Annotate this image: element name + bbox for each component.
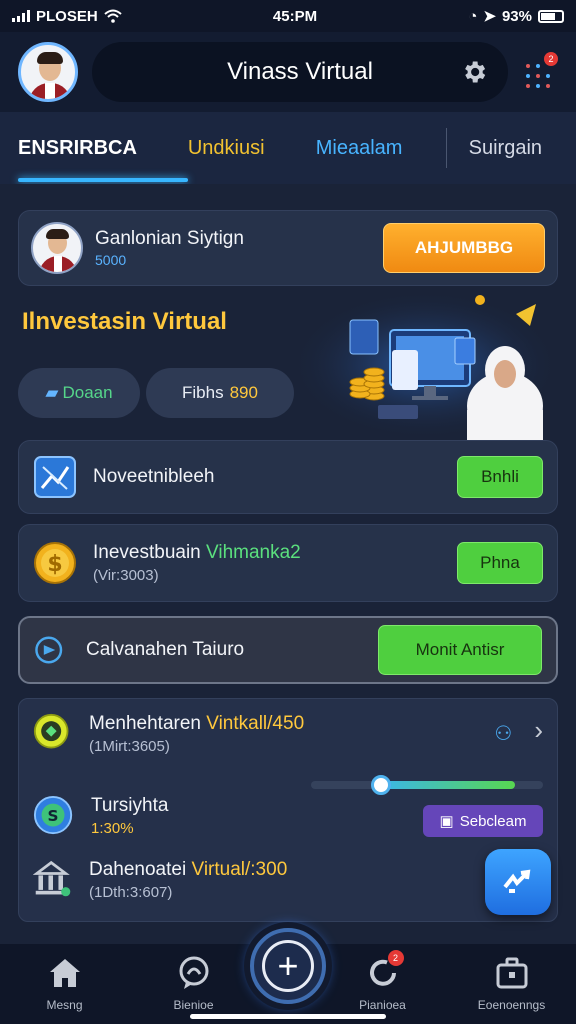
chip-doaan-label: Doaan <box>62 383 113 402</box>
app-header: Vinass Virtual 2 <box>0 32 576 112</box>
profile-avatar[interactable] <box>31 222 83 274</box>
notification-badge: 2 <box>544 52 558 66</box>
chip-fibhs-label: Fibhs <box>182 383 224 402</box>
tab-undkiusi[interactable]: Undkiusi <box>188 112 316 184</box>
svg-text:S: S <box>48 807 59 825</box>
chip-doaan[interactable]: ▰ Doaan <box>18 368 140 418</box>
card-title: Inevestbuain <box>93 542 201 563</box>
sebcleam-button[interactable]: ▣ Sebcleam <box>423 805 543 837</box>
list-item-title: Dahenoatei <box>89 859 187 880</box>
list-item-sub: (1Dth:3:607) <box>89 884 173 901</box>
avatar[interactable] <box>18 42 78 102</box>
card-title: Noveetnibleeh <box>93 466 215 487</box>
add-button[interactable]: + <box>250 928 326 1004</box>
slider-knob[interactable] <box>370 775 391 795</box>
chat-icon <box>179 956 208 989</box>
tab-bar: ENSRIRBCA Undkiusi Mieaalam Suirgain <box>0 112 576 184</box>
play-circle-icon <box>35 636 63 664</box>
profile-name: Ganlonian Siytign <box>95 228 244 249</box>
list-item-title: Menhehtaren <box>89 713 201 734</box>
alarm-icon: ◔ <box>468 7 478 25</box>
home-indicator[interactable] <box>190 1014 386 1019</box>
slider-fill <box>380 781 515 789</box>
card-title: Calvanahen Taiuro <box>86 639 245 660</box>
hero-title: Ilnvestasin Virtual <box>22 308 227 335</box>
chart-icon <box>34 456 76 498</box>
target-icon <box>33 713 69 749</box>
card-noveetnibleeh: Noveetnibleeh Bnhli <box>18 440 558 514</box>
plus-icon: + <box>262 940 314 992</box>
bank-icon <box>33 860 71 897</box>
svg-text:$: $ <box>47 552 62 577</box>
nav-refresh[interactable]: 2 Pianioea <box>328 950 438 1012</box>
list-item[interactable]: Menhehtaren Vintkall/450 (1Mirt:3605) ⚇ … <box>33 713 543 755</box>
list-item-highlight: Vintkall/450 <box>206 713 305 734</box>
chevron-right-icon[interactable]: › <box>534 715 543 746</box>
main-content: Ganlonian Siytign 5000 AHJUMBBG Ilnvesta… <box>0 184 576 944</box>
apps-grid-icon[interactable]: 2 <box>522 52 558 92</box>
profile-action-button[interactable]: AHJUMBBG <box>383 223 545 273</box>
growth-icon: S <box>33 795 73 835</box>
bnhli-button[interactable]: Bnhli <box>457 456 543 498</box>
card-inevestbuain: $ Inevestbuain Vihmanka2 (Vir:3003) Phna <box>18 524 558 602</box>
chip-fibhs[interactable]: Fibhs 890 <box>146 368 294 418</box>
nav-briefcase[interactable]: Eoenoenngs <box>457 954 567 1012</box>
nav-chat[interactable]: Bienioe <box>139 954 249 1012</box>
exchange-icon <box>503 869 531 893</box>
app-title: Vinass Virtual <box>227 58 373 85</box>
profile-card: Ganlonian Siytign 5000 AHJUMBBG <box>18 210 558 286</box>
briefcase-icon <box>496 957 527 989</box>
battery-percent: 93% <box>501 7 532 25</box>
nav-home-label: Mesng <box>46 998 83 1012</box>
document-icon: ▰ <box>45 383 59 402</box>
nav-refresh-label: Pianioea <box>359 998 406 1012</box>
nav-chat-label: Bienioe <box>173 998 214 1012</box>
phna-button[interactable]: Phna <box>457 542 543 584</box>
wifi-icon <box>104 9 122 23</box>
briefcase-icon: ▣ <box>439 813 454 830</box>
sebcleam-label: Sebcleam <box>459 812 527 830</box>
rocket-icon[interactable]: ⚇ <box>494 721 512 746</box>
card-sub: (Vir:3003) <box>93 567 159 584</box>
clock: 45:PM <box>272 7 318 25</box>
refresh-icon: 2 <box>364 950 404 992</box>
exchange-fab-button[interactable] <box>485 849 551 915</box>
list-item-highlight: Virtual/:300 <box>191 859 288 880</box>
investment-list: Menhehtaren Vintkall/450 (1Mirt:3605) ⚇ … <box>18 698 558 922</box>
nav-briefcase-label: Eoenoenngs <box>477 998 546 1012</box>
hero-banner: Ilnvestasin Virtual ▰ Doaan Fibhs 890 <box>0 290 576 440</box>
tab-ensriribca[interactable]: ENSRIRBCA <box>18 112 188 184</box>
progress-slider[interactable] <box>311 775 543 795</box>
signal-icon <box>12 10 30 22</box>
title-bar: Vinass Virtual <box>92 42 508 102</box>
tab-divider <box>445 128 447 168</box>
tab-mieaalam[interactable]: Mieaalam <box>316 112 446 184</box>
tab-suirgain[interactable]: Suirgain <box>469 112 558 184</box>
card-title-highlight: Vihmanka2 <box>206 542 301 563</box>
investment-illustration <box>290 290 560 440</box>
carrier-label: PLOSEH <box>36 7 98 25</box>
dollar-coin-icon: $ <box>34 542 76 584</box>
nav-home[interactable]: Mesng <box>10 954 120 1012</box>
status-bar: PLOSEH 45:PM ◔ ➤ 93% <box>0 0 576 32</box>
monit-antisr-button[interactable]: Monit Antisr <box>378 625 542 675</box>
battery-icon <box>537 9 564 23</box>
profile-sub: 5000 <box>95 252 127 268</box>
location-icon: ➤ <box>483 8 496 25</box>
home-icon <box>49 959 80 987</box>
list-item[interactable]: Dahenoatei Virtual/:300 (1Dth:3:607) <box>33 859 543 901</box>
nav-badge: 2 <box>387 950 404 966</box>
chip-fibhs-value: 890 <box>229 383 258 402</box>
list-item-sub: (1Mirt:3605) <box>89 738 170 755</box>
card-calvanahen: Calvanahen Taiuro Monit Antisr <box>18 616 558 684</box>
gear-icon[interactable] <box>460 58 488 86</box>
